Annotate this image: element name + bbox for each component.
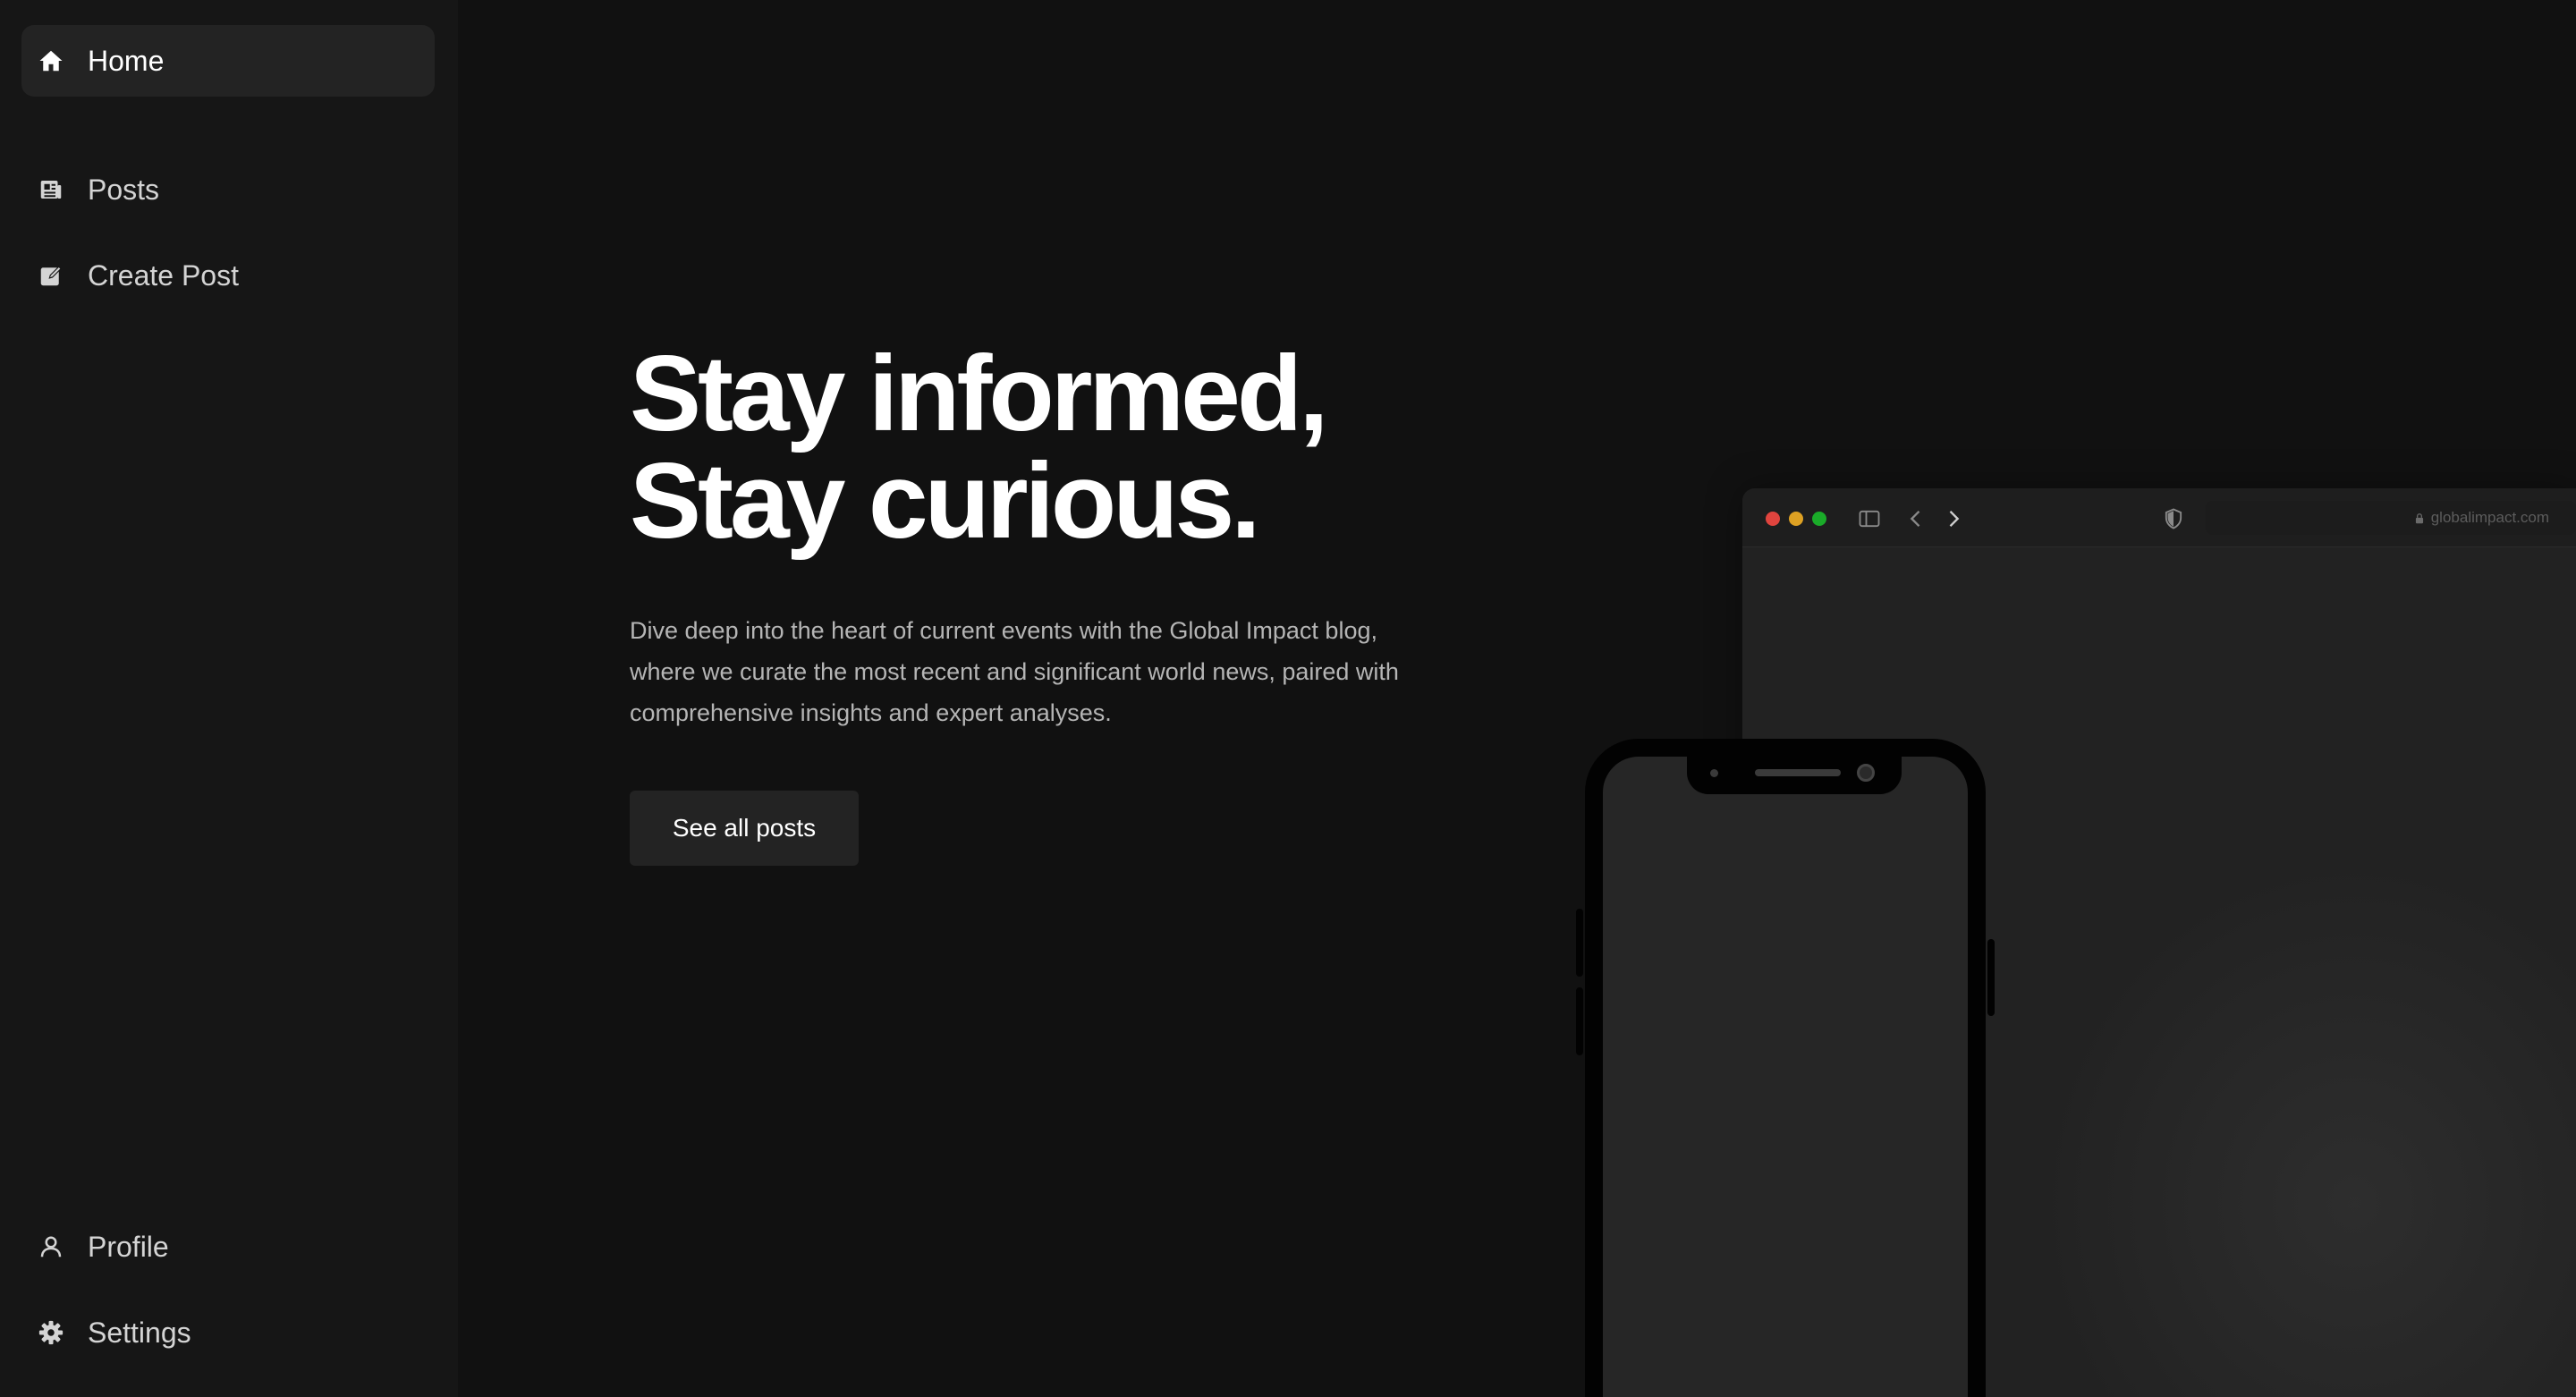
hero-description: Dive deep into the heart of current even… bbox=[630, 617, 1399, 726]
maximize-dot-icon bbox=[1812, 512, 1826, 526]
edit-icon bbox=[36, 260, 66, 291]
sidebar-item-posts[interactable]: Posts bbox=[21, 154, 435, 225]
hero-title: Stay informed, Stay curious. bbox=[630, 340, 1524, 555]
hero-title-line-1: Stay informed, bbox=[630, 334, 1329, 453]
close-dot-icon bbox=[1766, 512, 1780, 526]
sidebar-item-label: Posts bbox=[88, 173, 160, 206]
main-content: Stay informed, Stay curious. Dive deep i… bbox=[458, 0, 2576, 1397]
back-icon bbox=[1903, 506, 1928, 531]
phone-volume-up bbox=[1576, 909, 1583, 977]
shield-icon bbox=[2161, 506, 2186, 531]
app-root: Home Posts Create Post Profile Settings … bbox=[0, 0, 2576, 1397]
user-icon bbox=[36, 1232, 66, 1262]
phone-speaker bbox=[1755, 769, 1841, 776]
phone-volume-down bbox=[1576, 987, 1583, 1055]
see-all-posts-button[interactable]: See all posts bbox=[630, 791, 859, 866]
sidebar-item-label: Settings bbox=[88, 1316, 191, 1349]
phone-notch bbox=[1687, 753, 1902, 794]
browser-glow bbox=[2011, 828, 2576, 1397]
sidebar-item-create-post[interactable]: Create Post bbox=[21, 240, 435, 311]
forward-icon bbox=[1941, 506, 1966, 531]
sidebar: Home Posts Create Post Profile Settings bbox=[0, 0, 458, 1397]
sidebar-item-label: Create Post bbox=[88, 258, 239, 292]
sidebar-item-profile[interactable]: Profile bbox=[21, 1211, 435, 1283]
browser-toolbar: globalimpact.com bbox=[1742, 488, 2576, 547]
home-icon bbox=[36, 46, 66, 76]
sidebar-item-label: Home bbox=[88, 44, 165, 77]
address-bar: globalimpact.com bbox=[2206, 501, 2576, 535]
phone-mockup bbox=[1576, 739, 1995, 1397]
sidebar-item-settings[interactable]: Settings bbox=[21, 1297, 435, 1368]
gear-icon bbox=[36, 1317, 66, 1348]
sidebar-item-home[interactable]: Home bbox=[21, 25, 435, 97]
sidebar-toggle-icon bbox=[1857, 506, 1882, 531]
phone-camera-icon bbox=[1857, 764, 1875, 782]
newspaper-icon bbox=[36, 174, 66, 205]
sidebar-item-label: Profile bbox=[88, 1230, 169, 1263]
lock-icon bbox=[2413, 512, 2426, 524]
hero-title-line-2: Stay curious. bbox=[630, 441, 1261, 561]
minimize-dot-icon bbox=[1789, 512, 1803, 526]
phone-power-button bbox=[1987, 939, 1995, 1016]
phone-sensor bbox=[1710, 769, 1718, 777]
address-url: globalimpact.com bbox=[2430, 509, 2549, 526]
